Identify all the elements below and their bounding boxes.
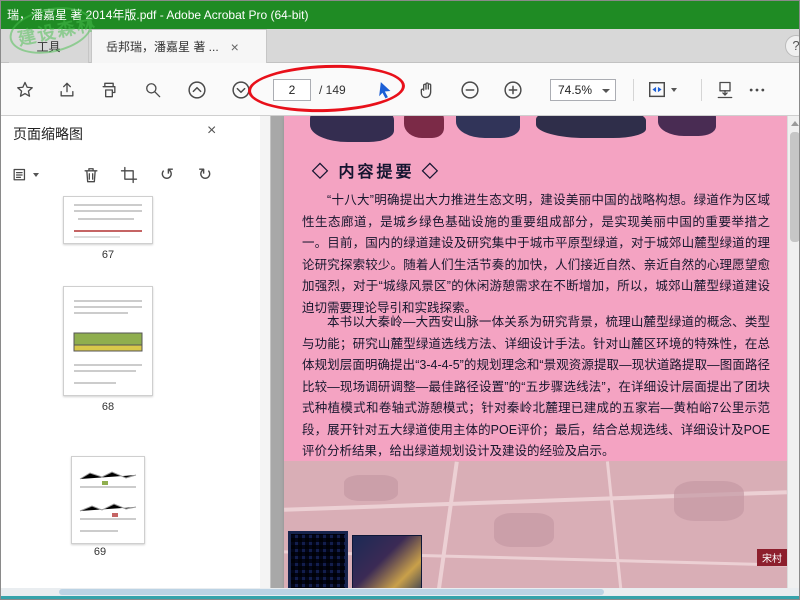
chevron-down-icon xyxy=(670,88,677,92)
cover-art-fragment xyxy=(536,116,646,138)
vertical-scrollbar-thumb[interactable] xyxy=(790,132,799,242)
tab-document[interactable]: 岳邦瑞，潘嘉星 著 ... × xyxy=(91,29,267,63)
window-bottom-edge xyxy=(1,596,799,599)
rotate-ccw-glyph: ↺ xyxy=(159,165,175,184)
toolbar-separator xyxy=(701,79,702,101)
select-cursor-icon[interactable] xyxy=(371,76,399,104)
cover-art-fragment xyxy=(310,116,394,142)
print-icon[interactable] xyxy=(95,76,123,104)
thumbnail-page-68[interactable] xyxy=(63,286,153,396)
thumbnail-label: 69 xyxy=(93,546,107,558)
cover-art-fragment xyxy=(658,116,716,136)
crop-page-icon[interactable] xyxy=(115,161,143,189)
abstract-paragraph-1: “十八大”明确提出大力推进生态文明，建设美丽中国的战略构想。绿道作为区域性生态廊… xyxy=(302,193,770,315)
thumbnail-label: 67 xyxy=(101,249,115,261)
map-road xyxy=(605,461,626,598)
share-icon[interactable] xyxy=(53,76,81,104)
star-icon[interactable] xyxy=(11,76,39,104)
thumbnail-options-icon[interactable] xyxy=(11,161,39,189)
tab-close-icon[interactable]: × xyxy=(231,39,239,55)
page-up-icon[interactable] xyxy=(183,76,211,104)
zoom-out-icon[interactable] xyxy=(456,76,484,104)
chevron-down-icon xyxy=(602,89,610,93)
cover-art-fragment xyxy=(456,116,520,138)
panel-close-icon[interactable]: × xyxy=(207,122,216,140)
aerial-map-image: 宋村 凌光盘 责任编辑：张 谨 www.cnd xyxy=(284,461,787,598)
horizontal-scrollbar[interactable] xyxy=(1,588,799,596)
window-title: 瑞，潘嘉星 著 2014年版.pdf - Adobe Acrobat Pro (… xyxy=(7,8,309,22)
pdf-page[interactable]: ◇ 内容提要 ◇ “十八大”明确提出大力推进生态文明，建设美丽中国的战略构想。绿… xyxy=(284,116,787,598)
zoom-in-icon[interactable] xyxy=(499,76,527,104)
page-thumbnails-panel: 页面缩略图 × ↺ ↻ 67 68 69 xyxy=(1,116,271,598)
horizontal-scrollbar-thumb[interactable] xyxy=(59,589,604,595)
tab-document-label: 岳邦瑞，潘嘉星 著 ... xyxy=(106,40,219,54)
thumbnail-page-69[interactable] xyxy=(71,456,145,544)
rotate-ccw-icon[interactable]: ↺ xyxy=(153,161,181,189)
thumbnail-toolbar: ↺ ↻ xyxy=(11,158,261,192)
rotate-cw-glyph: ↻ xyxy=(197,165,213,184)
toolbar-separator xyxy=(633,79,634,101)
help-icon[interactable]: ? xyxy=(785,35,799,57)
main-toolbar: / 149 74.5% xyxy=(1,63,799,116)
map-block xyxy=(344,475,398,501)
vertical-scrollbar[interactable] xyxy=(787,116,799,598)
search-icon[interactable] xyxy=(139,76,167,104)
window-title-bar[interactable]: 瑞，潘嘉星 著 2014年版.pdf - Adobe Acrobat Pro (… xyxy=(1,1,799,29)
page-display-icon[interactable] xyxy=(641,76,681,104)
thumbnail-label: 68 xyxy=(101,401,115,413)
zoom-level-select[interactable]: 74.5% xyxy=(550,79,616,101)
tab-bar: 工具 岳邦瑞，潘嘉星 著 ... × ? xyxy=(1,29,799,63)
map-road xyxy=(433,461,459,598)
acrobat-window: 瑞，潘嘉星 著 2014年版.pdf - Adobe Acrobat Pro (… xyxy=(0,0,800,600)
hand-tool-icon[interactable] xyxy=(413,76,441,104)
tab-tools[interactable]: 工具 xyxy=(9,29,89,63)
thumbnail-page-67[interactable] xyxy=(63,196,153,244)
page-number-input[interactable] xyxy=(273,79,311,101)
page-down-icon[interactable] xyxy=(227,76,255,104)
section-heading: ◇ 内容提要 ◇ xyxy=(312,164,441,181)
map-place-label: 宋村 xyxy=(757,549,787,566)
map-block xyxy=(494,513,554,547)
rotate-cw-icon[interactable]: ↻ xyxy=(191,161,219,189)
panel-title: 页面缩略图 xyxy=(13,126,83,142)
sidebar-scrollbar[interactable] xyxy=(260,116,270,598)
tab-tools-label: 工具 xyxy=(36,39,61,54)
delete-page-icon[interactable] xyxy=(77,161,105,189)
scroll-mode-icon[interactable] xyxy=(711,76,739,104)
zoom-level-value: 74.5% xyxy=(558,83,593,97)
abstract-paragraph-2: 本书以大秦岭—大西安山脉一体关系为研究背景，梳理山麓型绿道的概念、类型与功能；研… xyxy=(302,315,770,458)
more-options-icon[interactable] xyxy=(743,76,771,104)
page-count-label: / 149 xyxy=(319,83,346,97)
cover-art-fragment xyxy=(404,116,444,138)
map-block xyxy=(674,481,744,521)
document-viewport: ◇ 内容提要 ◇ “十八大”明确提出大力推进生态文明，建设美丽中国的战略构想。绿… xyxy=(271,116,799,598)
chevron-down-icon xyxy=(33,173,39,177)
scroll-up-arrow-icon[interactable] xyxy=(791,121,799,126)
